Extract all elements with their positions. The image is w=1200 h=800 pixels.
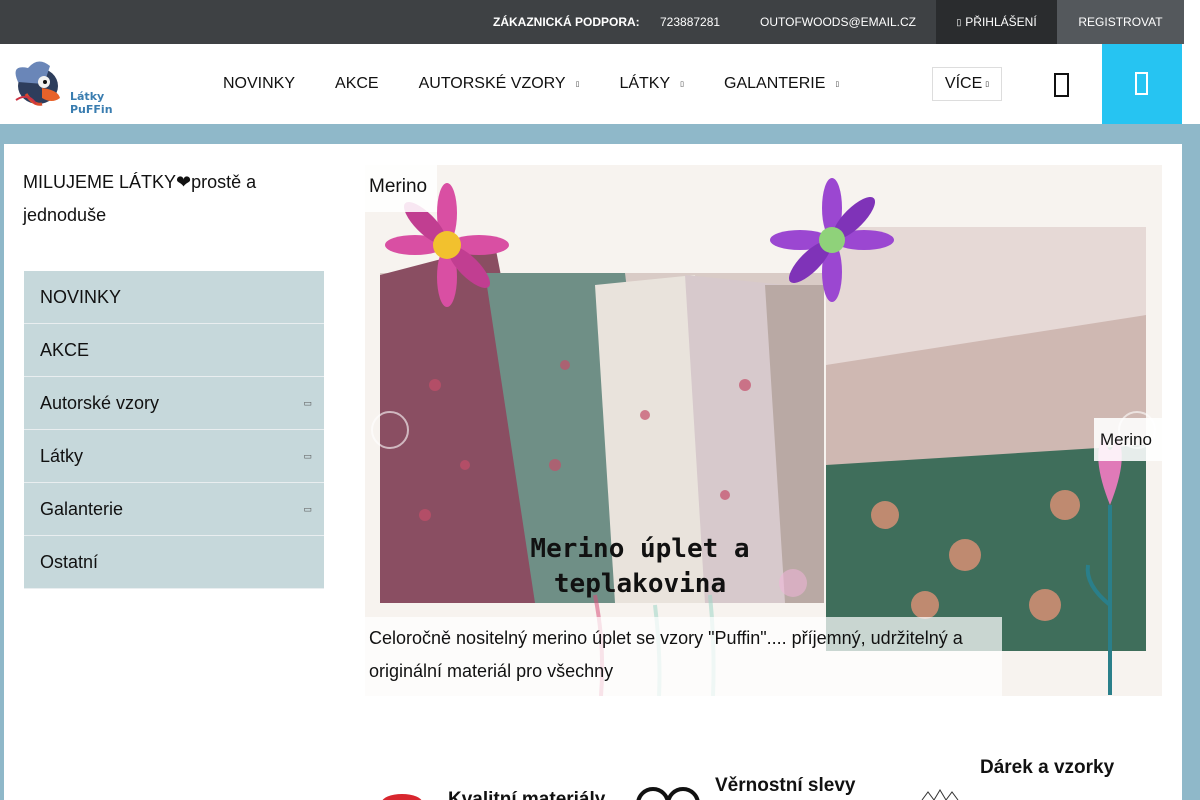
sidebar-item-ostatni[interactable]: Ostatní — [24, 536, 324, 589]
sidebar-item-label: Galanterie — [40, 498, 124, 519]
slide-label[interactable]: Merino — [1094, 418, 1162, 461]
nav-item-latky[interactable]: LÁTKY ▯ — [599, 75, 704, 93]
cart-icon — [1135, 72, 1148, 95]
expand-icon[interactable]: ▭ — [303, 398, 312, 409]
nav-item-label: GALANTERIE — [724, 75, 826, 92]
site-header: Látky PuFFin NOVINKY AKCE AUTORSKÉ VZORY… — [0, 44, 1184, 124]
user-icon: ▯ — [956, 16, 962, 27]
banner-text-line1: Merino úplet a — [530, 534, 749, 564]
welcome-text: MILUJEME LÁTKY❤prostě a jednoduše — [23, 172, 257, 225]
sidebar-item-label: Látky — [40, 445, 84, 466]
sidebar-item-galanterie[interactable]: Galanterie ▭ — [24, 483, 324, 536]
cart-button[interactable] — [1102, 44, 1182, 124]
loyalty-icon — [636, 787, 700, 800]
sidebar-item-label: AKCE — [40, 339, 90, 360]
nav-item-label: AUTORSKÉ VZORY — [418, 75, 566, 92]
sidebar-item-label: NOVINKY — [40, 286, 122, 307]
support-phone-link[interactable]: 723887281 — [660, 15, 720, 29]
sidebar-item-latky[interactable]: Látky ▭ — [24, 430, 324, 483]
top-bar: ZÁKAZNICKÁ PODPORA: 723887281 OUTOFWOODS… — [0, 0, 1184, 44]
benefit-title: Dárek a vzorky — [980, 757, 1115, 778]
search-icon[interactable] — [1049, 70, 1075, 100]
benefit-title: Věrnostní slevy — [715, 775, 856, 796]
sidebar-menu: NOVINKY AKCE Autorské vzory ▭ Látky ▭ Ga… — [24, 271, 324, 589]
login-button[interactable]: ▯ PŘIHLÁŠENÍ — [936, 0, 1057, 44]
login-label: PŘIHLÁŠENÍ — [965, 15, 1037, 29]
benefit-title: Kvalitní materiály — [448, 789, 606, 800]
expand-icon[interactable]: ▭ — [303, 504, 312, 515]
slide-label[interactable]: Merino — [365, 165, 437, 212]
more-label: VÍCE — [944, 75, 983, 92]
sidebar-item-autorske-vzory[interactable]: Autorské vzory ▭ — [24, 377, 324, 430]
dropdown-caret-icon: ▯ — [835, 81, 840, 88]
dropdown-caret-icon: ▯ — [575, 81, 580, 88]
nav-item-galanterie[interactable]: GALANTERIE ▯ — [704, 75, 859, 93]
nav-item-novinky[interactable]: NOVINKY — [203, 75, 315, 93]
support-label: ZÁKAZNICKÁ PODPORA: — [493, 15, 640, 29]
nav-item-akce[interactable]: AKCE — [315, 75, 399, 93]
support-email-link[interactable]: OUTOFWOODS@EMAIL.CZ — [760, 15, 916, 29]
more-menu-button[interactable]: VÍCE ▯ — [932, 67, 1002, 101]
dropdown-caret-icon: ▯ — [985, 81, 990, 88]
quality-icon — [382, 794, 422, 800]
slide-caption: Celoročně nositelný merino úplet se vzor… — [365, 617, 1002, 696]
expand-icon[interactable]: ▭ — [303, 451, 312, 462]
logo-text: Látky PuFFin — [70, 90, 113, 116]
nav-item-label: NOVINKY — [223, 75, 296, 92]
sidebar-item-novinky[interactable]: NOVINKY — [24, 271, 324, 324]
scrollbar-gutter — [1184, 0, 1200, 124]
site-logo[interactable]: Látky PuFFin — [8, 54, 138, 116]
dropdown-caret-icon: ▯ — [680, 81, 684, 88]
nav-item-label: LÁTKY — [619, 75, 671, 92]
sidebar-item-label: Autorské vzory — [40, 392, 160, 413]
register-label: REGISTROVAT — [1078, 15, 1163, 29]
nav-item-autorske-vzory[interactable]: AUTORSKÉ VZORY ▯ — [399, 75, 600, 93]
banner-text-line2: teplakovina — [554, 569, 726, 599]
main-nav: NOVINKY AKCE AUTORSKÉ VZORY ▯ LÁTKY ▯ GA… — [203, 44, 859, 124]
gift-icon — [921, 789, 959, 800]
sidebar-item-akce[interactable]: AKCE — [24, 324, 324, 377]
sidebar-item-label: Ostatní — [40, 551, 99, 572]
register-button[interactable]: REGISTROVAT — [1057, 0, 1184, 44]
nav-item-label: AKCE — [335, 75, 379, 92]
